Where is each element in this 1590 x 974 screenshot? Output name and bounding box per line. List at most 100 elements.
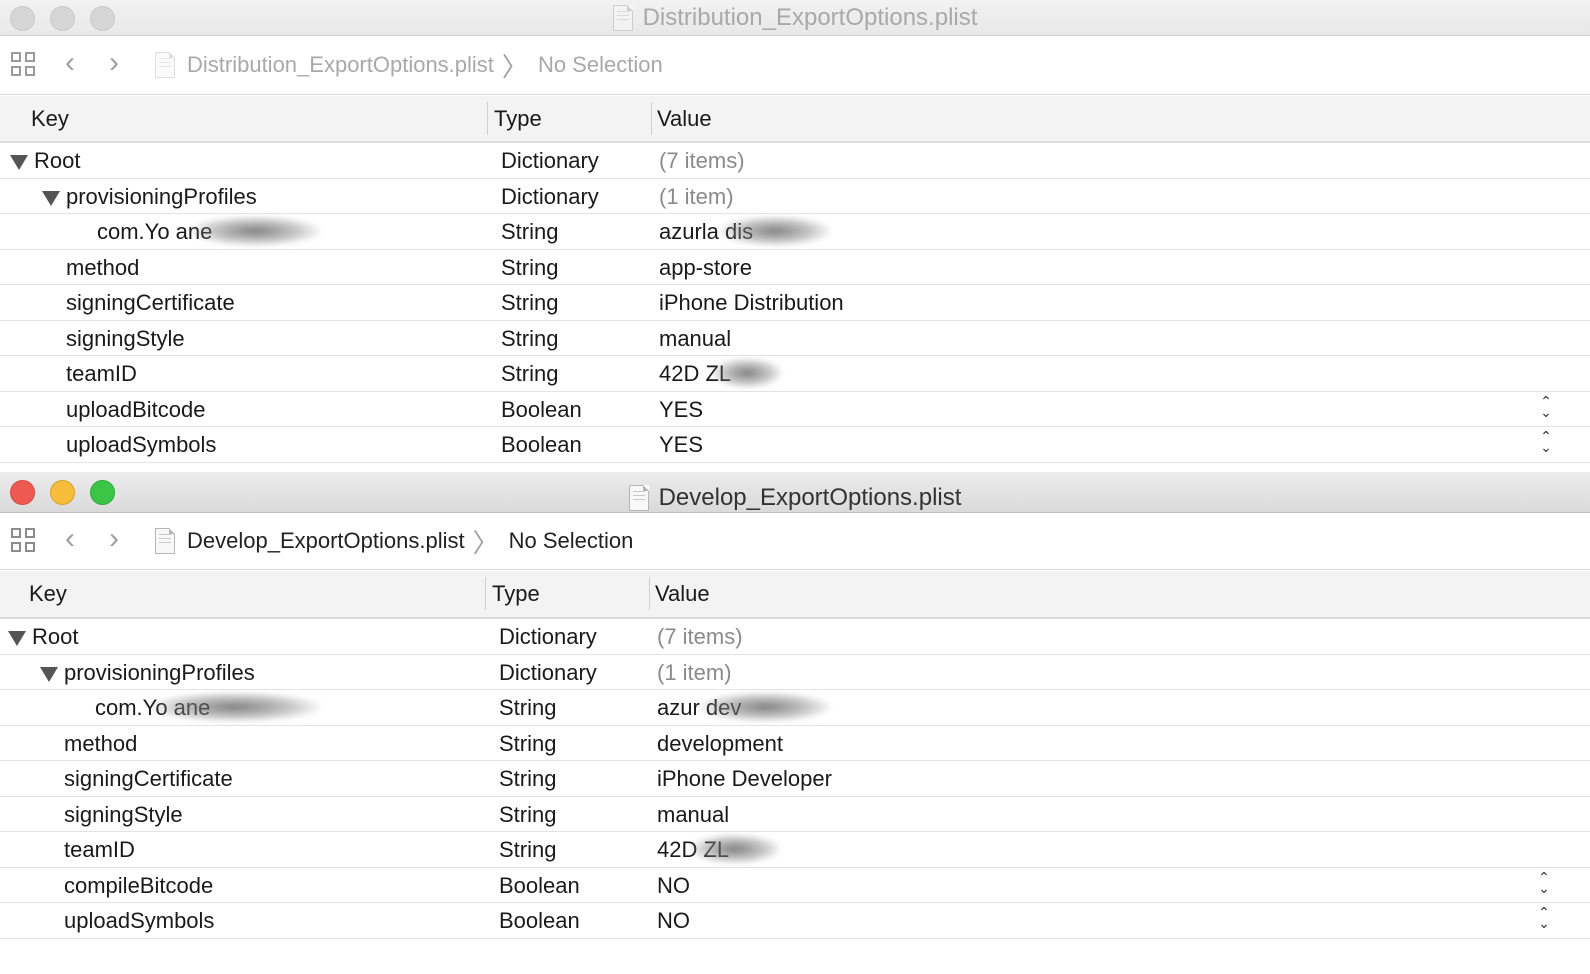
row-type[interactable]: Dictionary <box>501 148 599 174</box>
up-down-stepper-icon[interactable]: ⌃ ⌄ <box>1538 429 1554 457</box>
column-type[interactable]: Type <box>492 581 540 607</box>
row-value[interactable]: YES <box>659 432 703 458</box>
table-row[interactable]: uploadSymbols Boolean YES ⌃ ⌄ <box>0 427 1590 463</box>
table-row[interactable]: provisioningProfiles Dictionary (1 item) <box>0 179 1590 214</box>
title-bar[interactable]: Develop_ExportOptions.plist <box>0 472 1590 513</box>
table-row[interactable]: method String development <box>0 726 1590 761</box>
table-row[interactable]: signingStyle String manual <box>0 797 1590 832</box>
row-key: signingStyle <box>64 801 183 827</box>
table-row[interactable]: uploadBitcode Boolean YES ⌃ ⌄ <box>0 392 1590 427</box>
chevron-right-icon[interactable]: › <box>103 524 125 556</box>
table-row[interactable]: com.Yo ane String azur dev <box>0 690 1590 726</box>
disclosure-triangle-icon[interactable] <box>40 666 58 682</box>
table-row[interactable]: signingCertificate String iPhone Develop… <box>0 761 1590 797</box>
breadcrumb-separator-icon: 〉 <box>472 527 499 558</box>
redaction-mark <box>150 692 320 722</box>
row-key: signingCertificate <box>66 290 235 315</box>
column-key[interactable]: Key <box>29 581 67 607</box>
column-header: Key Type Value <box>0 571 1590 619</box>
redaction-mark <box>720 216 830 246</box>
row-value[interactable]: YES <box>659 397 703 423</box>
redaction-mark <box>690 834 780 864</box>
jump-bar: ‹ › Develop_ExportOptions.plist 〉 No Sel… <box>0 513 1590 570</box>
column-value[interactable]: Value <box>657 106 712 132</box>
row-key: Root <box>32 624 79 649</box>
row-type[interactable]: String <box>499 695 556 721</box>
breadcrumb-separator-icon: 〉 <box>501 51 528 82</box>
row-value[interactable]: NO <box>657 908 690 934</box>
title-bar[interactable]: Distribution_ExportOptions.plist <box>0 0 1590 36</box>
table-row[interactable]: com.Yo ane String azurla dis <box>0 214 1590 250</box>
row-value[interactable]: iPhone Developer <box>657 766 832 792</box>
row-key: method <box>64 730 138 756</box>
row-value[interactable]: iPhone Distribution <box>659 290 844 316</box>
disclosure-triangle-icon[interactable] <box>8 631 26 646</box>
row-type[interactable]: Boolean <box>499 873 580 899</box>
plist-file-icon <box>155 528 175 554</box>
disclosure-triangle-icon[interactable] <box>42 190 60 206</box>
table-row[interactable]: provisioningProfiles Dictionary (1 item) <box>0 655 1590 690</box>
row-type[interactable]: String <box>499 837 556 863</box>
up-down-stepper-icon[interactable]: ⌃ ⌄ <box>1536 870 1552 898</box>
plist-file-icon <box>155 52 175 78</box>
redaction-mark <box>190 216 320 246</box>
row-type[interactable]: String <box>501 290 558 316</box>
window-title: Distribution_ExportOptions.plist <box>642 3 978 31</box>
table-row[interactable]: teamID String 42D ZL <box>0 832 1590 868</box>
table-row[interactable]: signingStyle String manual <box>0 321 1590 356</box>
breadcrumb-selection[interactable]: No Selection <box>509 528 634 554</box>
up-down-stepper-icon[interactable]: ⌃ ⌄ <box>1536 905 1552 933</box>
table-row[interactable]: method String app-store <box>0 250 1590 285</box>
row-type[interactable]: String <box>499 731 556 757</box>
breadcrumb-file[interactable]: Distribution_ExportOptions.plist <box>187 52 494 78</box>
row-value[interactable]: app-store <box>659 255 752 281</box>
chevron-left-icon[interactable]: ‹ <box>59 48 81 80</box>
column-type[interactable]: Type <box>494 106 542 132</box>
grid-icon[interactable] <box>11 528 37 554</box>
chevron-right-icon[interactable]: › <box>103 48 125 80</box>
row-value[interactable]: manual <box>659 326 731 352</box>
row-key: provisioningProfiles <box>64 659 255 685</box>
row-type[interactable]: String <box>501 361 558 387</box>
table-row[interactable]: Root Dictionary (7 items) <box>0 143 1590 179</box>
row-type[interactable]: Boolean <box>501 397 582 423</box>
row-key: teamID <box>64 837 135 862</box>
row-value[interactable]: NO <box>657 873 690 899</box>
chevron-left-icon[interactable]: ‹ <box>59 524 81 556</box>
column-value[interactable]: Value <box>655 581 710 607</box>
plist-file-icon <box>628 485 649 511</box>
breadcrumb-selection[interactable]: No Selection <box>538 52 663 78</box>
row-key: method <box>66 254 140 280</box>
row-type[interactable]: Dictionary <box>499 624 597 650</box>
row-key: uploadSymbols <box>66 432 217 457</box>
row-value: (1 item) <box>659 183 734 209</box>
up-down-stepper-icon[interactable]: ⌃ ⌄ <box>1538 394 1554 422</box>
row-type[interactable]: Dictionary <box>499 660 597 686</box>
row-value: (7 items) <box>659 148 745 173</box>
row-type[interactable]: String <box>501 255 558 281</box>
table-row[interactable]: teamID String 42D ZL <box>0 356 1590 392</box>
row-value[interactable]: development <box>657 731 783 757</box>
redaction-mark <box>712 358 782 388</box>
table-row[interactable]: compileBitcode Boolean NO ⌃ ⌄ <box>0 868 1590 903</box>
row-key: teamID <box>66 361 137 386</box>
column-key[interactable]: Key <box>31 106 69 132</box>
row-type[interactable]: String <box>499 802 556 828</box>
plist-rows: Root Dictionary (7 items) provisioningPr… <box>0 619 1590 939</box>
row-type[interactable]: Boolean <box>499 908 580 934</box>
row-type[interactable]: String <box>501 326 558 352</box>
row-type[interactable]: Boolean <box>501 432 582 458</box>
row-type[interactable]: String <box>499 766 556 792</box>
row-value[interactable]: manual <box>657 802 729 828</box>
plist-window-distribution: Distribution_ExportOptions.plist ‹ › Dis… <box>0 0 1590 466</box>
table-row[interactable]: signingCertificate String iPhone Distrib… <box>0 285 1590 321</box>
row-type[interactable]: Dictionary <box>501 184 599 210</box>
table-row[interactable]: Root Dictionary (7 items) <box>0 619 1590 655</box>
row-key: signingCertificate <box>64 766 233 791</box>
row-key: uploadBitcode <box>66 396 206 422</box>
disclosure-triangle-icon[interactable] <box>10 155 28 170</box>
row-type[interactable]: String <box>501 219 558 245</box>
table-row[interactable]: uploadSymbols Boolean NO ⌃ ⌄ <box>0 903 1590 939</box>
grid-icon[interactable] <box>11 52 37 78</box>
breadcrumb-file[interactable]: Develop_ExportOptions.plist <box>187 528 465 554</box>
